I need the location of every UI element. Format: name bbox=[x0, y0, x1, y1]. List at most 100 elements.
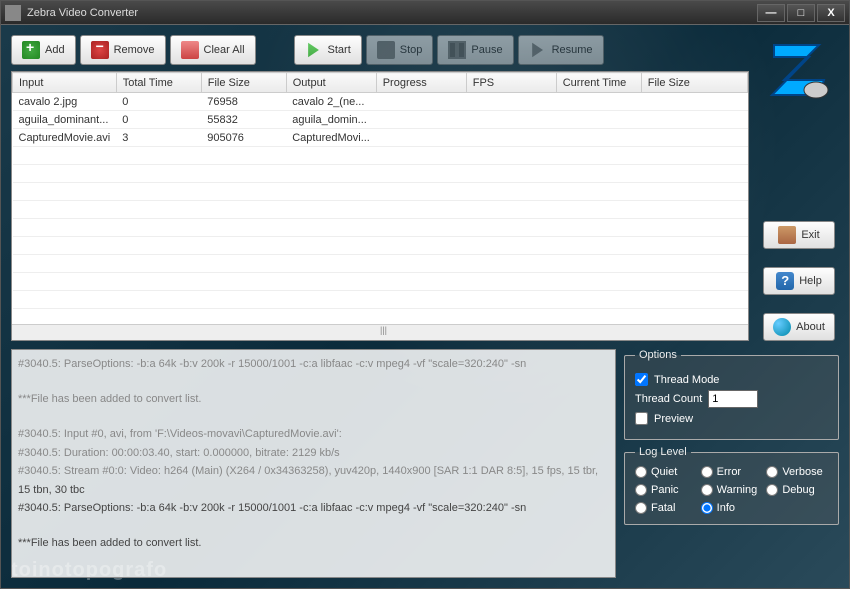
col-file-size-2[interactable]: File Size bbox=[641, 73, 747, 93]
thread-count-label: Thread Count bbox=[635, 393, 702, 405]
pause-icon bbox=[448, 41, 466, 59]
close-button[interactable]: X bbox=[817, 4, 845, 22]
toolbar: Add Remove Clear All Start Stop Pause Re… bbox=[11, 35, 749, 65]
thread-count-input[interactable] bbox=[708, 390, 758, 408]
remove-icon bbox=[91, 41, 109, 59]
cell-progress bbox=[376, 129, 466, 147]
loglevel-legend: Log Level bbox=[635, 446, 691, 458]
help-button[interactable]: Help bbox=[763, 267, 835, 295]
app-icon bbox=[5, 5, 21, 21]
app-window: Zebra Video Converter — □ X Add Remove C… bbox=[0, 0, 850, 589]
cell-output: CapturedMovi... bbox=[286, 129, 376, 147]
table-row-empty bbox=[13, 183, 748, 201]
titlebar[interactable]: Zebra Video Converter — □ X bbox=[1, 1, 849, 25]
cell-file_size2 bbox=[641, 111, 747, 129]
table-row-empty bbox=[13, 309, 748, 325]
table-row-empty bbox=[13, 147, 748, 165]
preview-label: Preview bbox=[654, 413, 693, 425]
loglevel-warning[interactable]: Warning bbox=[701, 484, 763, 496]
log-line: ***File has been added to convert list. bbox=[18, 535, 609, 552]
minimize-button[interactable]: — bbox=[757, 4, 785, 22]
horizontal-scrollbar[interactable] bbox=[12, 324, 748, 340]
table-row-empty bbox=[13, 273, 748, 291]
table-row[interactable]: cavalo 2.jpg076958cavalo 2_(ne... bbox=[13, 93, 748, 111]
sidebar: Exit Help About bbox=[759, 35, 839, 341]
log-line: #3040.5: ParseOptions: -b:a 64k -b:v 200… bbox=[18, 500, 609, 517]
table-row-empty bbox=[13, 165, 748, 183]
start-button[interactable]: Start bbox=[294, 35, 362, 65]
log-line: 15 tbn, 30 tbc bbox=[18, 482, 609, 499]
col-total-time[interactable]: Total Time bbox=[116, 73, 201, 93]
col-output[interactable]: Output bbox=[286, 73, 376, 93]
options-legend: Options bbox=[635, 349, 681, 361]
loglevel-error[interactable]: Error bbox=[701, 466, 763, 478]
col-input[interactable]: Input bbox=[13, 73, 117, 93]
cell-progress bbox=[376, 111, 466, 129]
remove-button[interactable]: Remove bbox=[80, 35, 166, 65]
loglevel-panel: Log Level Quiet Error Verbose Panic Warn… bbox=[624, 446, 839, 525]
clear-all-button[interactable]: Clear All bbox=[170, 35, 256, 65]
start-icon bbox=[305, 41, 323, 59]
table-row-empty bbox=[13, 291, 748, 309]
stop-button[interactable]: Stop bbox=[366, 35, 434, 65]
cell-current_time bbox=[556, 129, 641, 147]
loglevel-info[interactable]: Info bbox=[701, 502, 763, 514]
cell-total_time: 0 bbox=[116, 111, 201, 129]
add-icon bbox=[22, 41, 40, 59]
log-line: #3040.5: Duration: 00:00:03.40, start: 0… bbox=[18, 445, 609, 462]
add-button[interactable]: Add bbox=[11, 35, 76, 65]
table-row[interactable]: CapturedMovie.avi3905076CapturedMovi... bbox=[13, 129, 748, 147]
cell-file_size: 905076 bbox=[201, 129, 286, 147]
table-row-empty bbox=[13, 201, 748, 219]
log-line: #3040.5: Input #0, avi, from 'F:\Videos-… bbox=[18, 426, 609, 443]
cell-file_size: 76958 bbox=[201, 93, 286, 111]
cell-input: CapturedMovie.avi bbox=[13, 129, 117, 147]
stop-icon bbox=[377, 41, 395, 59]
clear-icon bbox=[181, 41, 199, 59]
exit-button[interactable]: Exit bbox=[763, 221, 835, 249]
log-line: #3040.5: Stream #0:0: Video: h264 (Main)… bbox=[18, 463, 609, 480]
loglevel-fatal[interactable]: Fatal bbox=[635, 502, 697, 514]
cell-current_time bbox=[556, 93, 641, 111]
log-line: ***File has been added to convert list. bbox=[18, 391, 609, 408]
resume-button[interactable]: Resume bbox=[518, 35, 604, 65]
col-progress[interactable]: Progress bbox=[376, 73, 466, 93]
table-row[interactable]: aguila_dominant...055832aguila_domin... bbox=[13, 111, 748, 129]
maximize-button[interactable]: □ bbox=[787, 4, 815, 22]
loglevel-panic[interactable]: Panic bbox=[635, 484, 697, 496]
window-title: Zebra Video Converter bbox=[27, 7, 757, 19]
col-file-size[interactable]: File Size bbox=[201, 73, 286, 93]
cell-input: cavalo 2.jpg bbox=[13, 93, 117, 111]
cell-file_size: 55832 bbox=[201, 111, 286, 129]
options-panel: Options Thread Mode Thread Count Preview bbox=[624, 349, 839, 440]
cell-current_time bbox=[556, 111, 641, 129]
col-fps[interactable]: FPS bbox=[466, 73, 556, 93]
loglevel-quiet[interactable]: Quiet bbox=[635, 466, 697, 478]
cell-fps bbox=[466, 93, 556, 111]
cell-fps bbox=[466, 129, 556, 147]
pause-button[interactable]: Pause bbox=[437, 35, 513, 65]
resume-icon bbox=[529, 41, 547, 59]
table-row-empty bbox=[13, 255, 748, 273]
loglevel-debug[interactable]: Debug bbox=[766, 484, 828, 496]
loglevel-verbose[interactable]: Verbose bbox=[766, 466, 828, 478]
log-line: #3040.5: ParseOptions: -b:a 64k -b:v 200… bbox=[18, 356, 609, 373]
cell-progress bbox=[376, 93, 466, 111]
cell-output: cavalo 2_(ne... bbox=[286, 93, 376, 111]
table-row-empty bbox=[13, 237, 748, 255]
preview-checkbox[interactable] bbox=[635, 412, 648, 425]
cell-output: aguila_domin... bbox=[286, 111, 376, 129]
log-panel[interactable]: #3040.5: ParseOptions: -b:a 64k -b:v 200… bbox=[11, 349, 616, 578]
content-area: Add Remove Clear All Start Stop Pause Re… bbox=[1, 25, 849, 588]
thread-mode-label: Thread Mode bbox=[654, 374, 719, 386]
col-current-time[interactable]: Current Time bbox=[556, 73, 641, 93]
cell-input: aguila_dominant... bbox=[13, 111, 117, 129]
exit-icon bbox=[778, 226, 796, 244]
about-icon bbox=[773, 318, 791, 336]
about-button[interactable]: About bbox=[763, 313, 835, 341]
cell-file_size2 bbox=[641, 93, 747, 111]
cell-fps bbox=[466, 111, 556, 129]
thread-mode-checkbox[interactable] bbox=[635, 373, 648, 386]
window-controls: — □ X bbox=[757, 4, 845, 22]
file-table[interactable]: Input Total Time File Size Output Progre… bbox=[12, 72, 748, 324]
